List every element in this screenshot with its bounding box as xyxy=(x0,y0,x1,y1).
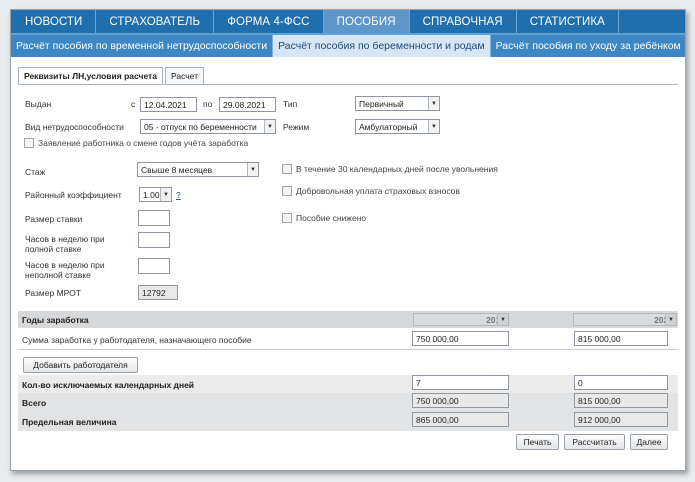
sub-nav-temporary-disability[interactable]: Расчёт пособия по временной нетрудоспосо… xyxy=(11,35,274,57)
top-nav-statistics[interactable]: СТАТИСТИКА xyxy=(517,10,619,33)
year2-select[interactable]: 2020 ▼ xyxy=(573,313,677,326)
rate-label: Размер ставки xyxy=(25,214,83,224)
earnings-sum-year2-input[interactable]: 815 000,00 xyxy=(574,331,668,346)
sub-nav: Расчёт пособия по временной нетрудоспосо… xyxy=(11,35,685,57)
limit-year2-value: 912 000,00 xyxy=(574,412,668,427)
form-tabs: Реквизиты ЛН,условия расчета Расчет xyxy=(18,67,206,85)
excluded-days-year1-input[interactable]: 7 xyxy=(412,375,509,390)
issued-label: Выдан xyxy=(25,99,52,109)
next-button[interactable]: Далее xyxy=(630,434,668,450)
excluded-days-label: Кол-во исключаемых календарных дней xyxy=(22,380,195,390)
tab-calculation[interactable]: Расчет xyxy=(164,67,204,84)
mrot-label: Размер МРОТ xyxy=(25,288,81,298)
chevron-down-icon: ▼ xyxy=(428,97,439,110)
after-dismissal-label: В течение 30 календарных дней после увол… xyxy=(296,164,498,174)
hours-part-label: Часов в неделю при неполной ставке xyxy=(25,260,105,280)
experience-select-value: Свыше 8 месяцев xyxy=(141,165,213,175)
tab-divider xyxy=(18,84,678,85)
checkbox-icon xyxy=(282,213,292,223)
chevron-down-icon: ▼ xyxy=(665,314,676,325)
total-year1-value: 750 000,00 xyxy=(412,393,509,408)
tab-requisites[interactable]: Реквизиты ЛН,условия расчета xyxy=(18,67,163,85)
top-nav-benefits[interactable]: ПОСОБИЯ xyxy=(323,10,410,33)
year1-select[interactable]: 2019 ▼ xyxy=(413,313,509,326)
chevron-down-icon: ▼ xyxy=(428,120,439,133)
earnings-sum-year1-input[interactable]: 750 000,00 xyxy=(412,331,509,346)
total-year2-value: 815 000,00 xyxy=(574,393,668,408)
disability-select-value: 05 - отпуск по беременности xyxy=(144,122,257,132)
type-select-value: Первичный xyxy=(359,99,404,109)
regional-coef-label: Районный коэффициент xyxy=(25,190,122,200)
add-employer-button[interactable]: Добавить работодателя xyxy=(23,357,138,373)
app-window: НОВОСТИ СТРАХОВАТЕЛЬ ФОРМА 4-ФСС ПОСОБИЯ… xyxy=(10,9,686,471)
type-label: Тип xyxy=(283,99,298,109)
top-nav: НОВОСТИ СТРАХОВАТЕЛЬ ФОРМА 4-ФСС ПОСОБИЯ… xyxy=(11,10,685,35)
mode-select[interactable]: Амбулаторный ▼ xyxy=(355,119,440,134)
top-nav-reference[interactable]: СПРАВОЧНАЯ xyxy=(410,10,517,33)
reduced-benefit-checkbox[interactable]: Пособие снижено xyxy=(282,213,366,223)
date-to-input[interactable]: 29.08.2021 xyxy=(219,97,276,112)
experience-label: Стаж xyxy=(25,167,46,177)
print-button[interactable]: Печать xyxy=(516,434,559,450)
limit-label: Предельная величина xyxy=(22,417,117,427)
to-label: по xyxy=(203,99,213,109)
mrot-value: 12792 xyxy=(138,285,178,300)
regional-help-link[interactable]: ? xyxy=(176,190,181,200)
earnings-years-label: Годы заработка xyxy=(22,315,89,325)
hours-full-label: Часов в неделю при полной ставке xyxy=(25,234,105,254)
regional-coef-select[interactable]: 1.00 ▼ xyxy=(139,187,172,202)
disability-select[interactable]: 05 - отпуск по беременности ▼ xyxy=(140,119,276,134)
hours-full-input[interactable] xyxy=(138,232,170,248)
checkbox-icon xyxy=(24,138,34,148)
voluntary-payment-checkbox[interactable]: Добровольная уплата страховых взносов xyxy=(282,186,460,196)
chevron-down-icon: ▼ xyxy=(264,120,275,133)
checkbox-icon xyxy=(282,164,292,174)
top-nav-insurer[interactable]: СТРАХОВАТЕЛЬ xyxy=(96,10,215,33)
total-label: Всего xyxy=(22,398,47,408)
top-nav-news[interactable]: НОВОСТИ xyxy=(12,10,97,33)
limit-year1-value: 865 000,00 xyxy=(412,412,509,427)
type-select[interactable]: Первичный ▼ xyxy=(355,96,440,111)
date-from-input[interactable]: 12.04.2021 xyxy=(140,97,197,112)
change-years-label: Заявление работника о смене годов учёта … xyxy=(38,138,249,148)
rate-input[interactable] xyxy=(138,210,170,226)
chevron-down-icon: ▼ xyxy=(247,163,258,176)
sub-nav-pregnancy[interactable]: Расчёт пособия по беременности и родам xyxy=(273,35,491,57)
sub-nav-childcare[interactable]: Расчёт пособия по уходу за ребёнком xyxy=(491,35,685,57)
voluntary-payment-label: Добровольная уплата страховых взносов xyxy=(296,186,460,196)
disability-label: Вид нетрудоспособности xyxy=(25,122,124,132)
experience-select[interactable]: Свыше 8 месяцев ▼ xyxy=(137,162,259,177)
mode-select-value: Амбулаторный xyxy=(359,122,418,132)
change-years-checkbox[interactable]: Заявление работника о смене годов учёта … xyxy=(24,138,248,148)
top-nav-form-4fss[interactable]: ФОРМА 4-ФСС xyxy=(214,10,324,33)
chevron-down-icon: ▼ xyxy=(160,188,171,201)
after-dismissal-checkbox[interactable]: В течение 30 календарных дней после увол… xyxy=(282,164,498,174)
chevron-down-icon: ▼ xyxy=(497,314,508,325)
regional-coef-value: 1.00 xyxy=(143,190,160,200)
reduced-benefit-label: Пособие снижено xyxy=(296,213,367,223)
hours-part-input[interactable] xyxy=(138,258,170,274)
mode-label: Режим xyxy=(283,122,310,132)
calculate-button[interactable]: Рассчитать xyxy=(564,434,625,450)
from-label: с xyxy=(131,99,136,109)
checkbox-icon xyxy=(282,186,292,196)
divider xyxy=(18,349,678,350)
excluded-days-year2-input[interactable]: 0 xyxy=(574,375,668,390)
earnings-sum-label: Сумма заработка у работодателя, назначаю… xyxy=(22,335,252,345)
